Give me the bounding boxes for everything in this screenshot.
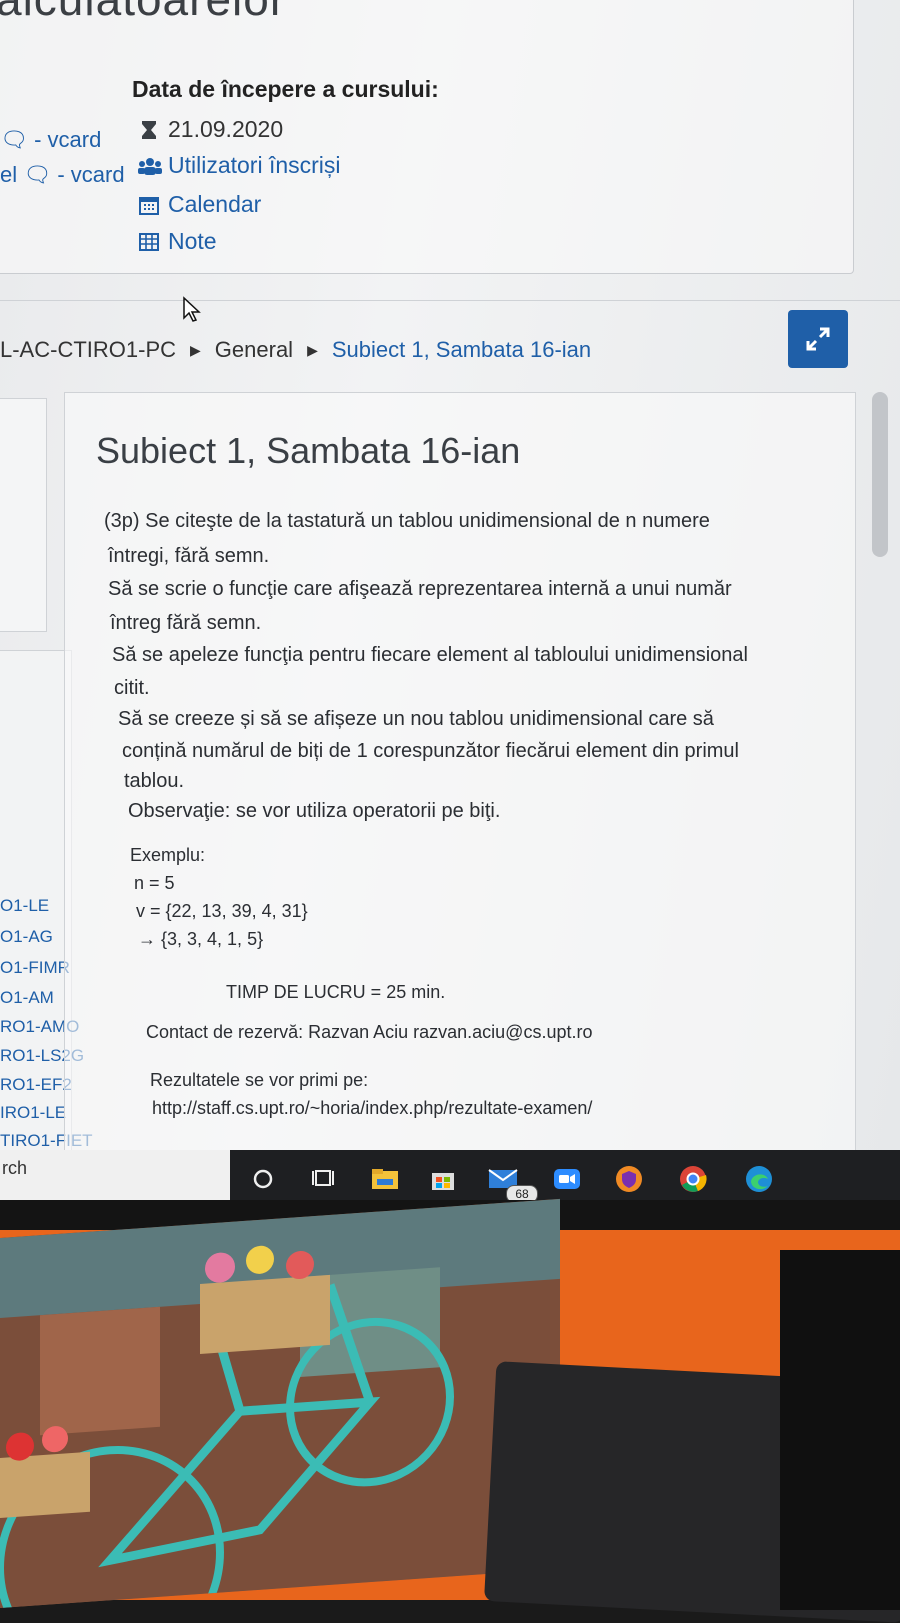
sidebar-course-link[interactable]: O1-FIMR — [0, 958, 70, 978]
assignment-text-line: Să se scrie o funcţie care afişează repr… — [108, 578, 732, 600]
start-date-value: 21.09.2020 — [168, 116, 284, 142]
breadcrumb: L-AC-CTIRO1-PC ▶ General ▶ Subiect 1, Sa… — [0, 337, 591, 363]
calendar-icon — [138, 194, 160, 216]
results-label: Rezultatele se vor primi pe: — [150, 1070, 369, 1090]
bicycle-mousepad — [0, 1198, 560, 1623]
bicycle-image — [0, 1198, 560, 1623]
left-block-panel — [0, 398, 47, 632]
fullscreen-toggle-button[interactable] — [788, 310, 848, 368]
cortana-icon[interactable] — [248, 1164, 278, 1194]
breadcrumb-separator-icon: ▶ — [307, 341, 318, 358]
teacher-vcard-link-2[interactable]: el 🗨 - vcard — [0, 162, 125, 188]
results-url[interactable]: http://staff.cs.upt.ro/~horia/index.php/… — [152, 1098, 592, 1119]
enrolled-users-link[interactable]: Utilizatori înscriși — [138, 152, 341, 179]
contact-info: Contact de rezervă: Razvan Aciu razvan.a… — [146, 1022, 593, 1042]
assignment-text-line: citit. — [114, 677, 150, 699]
sidebar-course-link[interactable]: O1-AM — [0, 988, 54, 1008]
file-explorer-icon[interactable] — [370, 1164, 400, 1194]
task-view-icon[interactable] — [308, 1164, 338, 1194]
mouse-cursor-icon — [183, 296, 201, 322]
time-limit: TIMP DE LUCRU = 25 min. — [226, 982, 446, 1002]
header-divider — [0, 300, 900, 301]
table-icon — [138, 231, 160, 253]
breadcrumb-section[interactable]: General — [215, 337, 293, 363]
breadcrumb-course[interactable]: L-AC-CTIRO1-PC — [0, 337, 176, 363]
start-date-row: 21.09.2020 — [138, 116, 283, 143]
example-label: Exemplu: — [130, 845, 206, 865]
sidebar-course-link[interactable]: O1-AG — [0, 927, 53, 947]
breadcrumb-separator-icon: ▶ — [190, 341, 201, 358]
chat-icon: 🗨 — [23, 162, 52, 187]
mail-unread-badge: 68 — [506, 1185, 538, 1200]
browser-shield-icon[interactable] — [614, 1164, 644, 1194]
chrome-icon[interactable] — [678, 1164, 708, 1194]
grades-link[interactable]: Note — [138, 228, 217, 255]
monitor-stand — [780, 1250, 900, 1610]
example-line: → {3, 3, 4, 1, 5} — [138, 929, 264, 949]
users-icon — [138, 155, 162, 177]
assignment-text-line: tablou. — [124, 770, 185, 792]
chat-icon: 🗨 — [0, 127, 28, 152]
example-line: v = {22, 13, 39, 4, 31} — [136, 901, 308, 921]
edge-icon[interactable] — [744, 1164, 774, 1194]
scrollbar-thumb[interactable] — [872, 392, 888, 557]
course-title-partial: alculatoarelor — [0, 0, 286, 26]
assignment-text-line: Să se creeze și să se afișeze un nou tab… — [118, 708, 714, 730]
expand-icon — [806, 327, 830, 351]
store-icon[interactable] — [428, 1164, 458, 1194]
browser-screen: alculatoarelor 🗨 - vcard el 🗨 - vcard Da… — [0, 0, 900, 1200]
breadcrumb-current[interactable]: Subiect 1, Sambata 16-ian — [332, 337, 591, 363]
assignment-text-line: întregi, fără semn. — [108, 545, 270, 567]
sidebar-course-link[interactable]: IRO1-LE — [0, 1103, 66, 1123]
hourglass-icon — [138, 119, 160, 141]
assignment-text-line: conțină numărul de biți de 1 corespunzăt… — [122, 740, 740, 762]
teacher-vcard-link-1[interactable]: 🗨 - vcard — [0, 127, 101, 153]
assignment-text-line: (3p) Se citeşte de la tastatură un tablo… — [104, 510, 710, 532]
assignment-text-line: Să se apeleze funcţia pentru fiecare ele… — [112, 644, 748, 666]
zoom-icon[interactable] — [552, 1164, 582, 1194]
assignment-note: Observaţie: se vor utiliza operatorii pe… — [128, 800, 501, 822]
page-title: Subiect 1, Sambata 16-ian — [96, 430, 521, 471]
example-line: n = 5 — [134, 873, 175, 893]
start-date-label: Data de începere a cursului: — [132, 76, 439, 102]
taskbar-search-box[interactable]: rch — [0, 1150, 230, 1200]
sidebar-course-link[interactable]: O1-LE — [0, 896, 49, 916]
calendar-link[interactable]: Calendar — [138, 191, 261, 218]
assignment-text-line: întreg fără semn. — [110, 612, 262, 634]
sidebar-course-link[interactable]: RO1-EF2 — [0, 1075, 72, 1095]
course-info-card — [0, 0, 854, 274]
